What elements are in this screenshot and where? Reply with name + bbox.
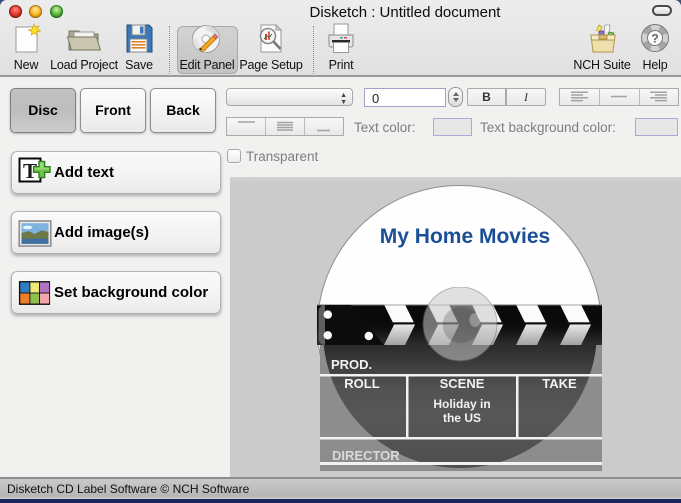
svg-text:?: ? <box>651 32 658 46</box>
